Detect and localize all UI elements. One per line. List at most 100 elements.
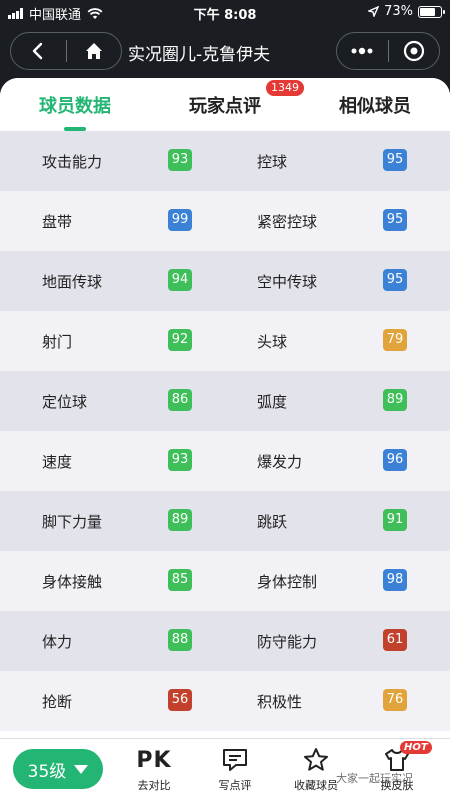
stat-label: 紧密控球 [257, 213, 318, 231]
back-button[interactable] [11, 33, 66, 69]
nav-bar: 实况圈儿-克鲁伊夫 [0, 28, 450, 72]
stat-row: 攻击能力 93 控球 95 [0, 131, 450, 191]
nav-capsule-right [336, 32, 440, 70]
stat-value-badge: 56 [168, 689, 192, 711]
review-label: 写点评 [218, 779, 252, 792]
stat-row: 定位球 86 弧度 89 [0, 371, 450, 431]
page-title: 实况圈儿-克鲁伊夫 [128, 45, 271, 65]
stat-cell: 盘带 99 [0, 191, 225, 251]
pk-icon: PK [136, 747, 172, 773]
content-card: 球员数据 玩家点评 1349 相似球员 攻击能力 93 控球 95 盘带 99 紧密控… [0, 78, 450, 738]
target-icon [403, 40, 424, 62]
stat-cell: 积极性 76 [225, 671, 450, 731]
stat-cell: 速度 93 [0, 431, 225, 491]
stat-label: 爆发力 [257, 453, 303, 471]
stat-label: 抢断 [42, 693, 73, 711]
stat-cell: 弧度 89 [225, 371, 450, 431]
stat-label: 速度 [42, 453, 73, 471]
compare-label: 去对比 [137, 779, 171, 792]
caret-down-icon [74, 764, 89, 774]
stat-label: 跳跃 [257, 513, 288, 531]
status-bar: 中国联通 下午 8:08 73% [0, 0, 450, 24]
level-label: 35级 [27, 761, 67, 782]
tab-player-reviews[interactable]: 玩家点评 1349 [150, 78, 304, 131]
stat-cell: 抢断 56 [0, 671, 225, 731]
stat-cell: 定位球 86 [0, 371, 225, 431]
compare-button[interactable]: PK 去对比 [123, 745, 185, 793]
hot-badge: HOT [400, 741, 432, 754]
stat-cell: 防守能力 61 [225, 611, 450, 671]
status-right: 73% [368, 4, 445, 19]
home-button[interactable] [67, 33, 122, 69]
stat-cell: 爆发力 96 [225, 431, 450, 491]
stat-label: 身体接触 [42, 573, 103, 591]
more-dots-icon [351, 47, 373, 55]
comment-icon [223, 749, 247, 771]
stat-value-badge: 86 [168, 389, 192, 411]
stat-cell: 身体接触 85 [0, 551, 225, 611]
stat-value-badge: 79 [383, 329, 407, 351]
stat-label: 射门 [42, 333, 73, 351]
star-icon [304, 748, 328, 771]
bottom-toolbar: 35级 PK 去对比 写点评 收藏球员 换皮肤 HOT 大家一起玩实况 [0, 738, 450, 800]
stat-row: 速度 93 爆发力 96 [0, 431, 450, 491]
stat-value-badge: 89 [168, 509, 192, 531]
stat-cell: 脚下力量 89 [0, 491, 225, 551]
stat-label: 盘带 [42, 213, 73, 231]
stat-label: 体力 [42, 633, 73, 651]
stat-row: 脚下力量 89 跳跃 91 [0, 491, 450, 551]
stat-cell: 空中传球 95 [225, 251, 450, 311]
stat-value-badge: 76 [383, 689, 407, 711]
stat-label: 攻击能力 [42, 153, 103, 171]
stat-label: 弧度 [257, 393, 288, 411]
reviews-count-badge: 1349 [266, 80, 304, 96]
battery-icon [418, 5, 445, 18]
close-miniprogram-button[interactable] [389, 33, 440, 69]
stat-cell: 体力 88 [0, 611, 225, 671]
nav-capsule-left [10, 32, 122, 70]
write-review-button[interactable]: 写点评 [204, 745, 266, 793]
stat-cell: 身体控制 98 [225, 551, 450, 611]
stat-label: 脚下力量 [42, 513, 103, 531]
stats-table: 攻击能力 93 控球 95 盘带 99 紧密控球 95 地面传球 94 空中传球 95 射门… [0, 131, 450, 731]
stat-value-badge: 98 [383, 569, 407, 591]
stat-label: 头球 [257, 333, 288, 351]
stat-cell: 跳跃 91 [225, 491, 450, 551]
location-icon [368, 6, 380, 17]
stat-value-badge: 93 [168, 449, 192, 471]
stat-value-badge: 92 [168, 329, 192, 351]
stat-cell: 控球 95 [225, 131, 450, 191]
stat-label: 积极性 [257, 693, 303, 711]
stat-row: 地面传球 94 空中传球 95 [0, 251, 450, 311]
more-button[interactable] [337, 33, 388, 69]
stat-value-badge: 94 [168, 269, 192, 291]
tab-bar: 球员数据 玩家点评 1349 相似球员 [0, 78, 450, 131]
stat-value-badge: 95 [383, 209, 407, 231]
tab-player-data[interactable]: 球员数据 [0, 78, 150, 131]
stat-row: 身体接触 85 身体控制 98 [0, 551, 450, 611]
stat-value-badge: 91 [383, 509, 407, 531]
home-icon [85, 43, 102, 59]
level-select-button[interactable]: 35级 [13, 749, 103, 789]
stat-value-badge: 85 [168, 569, 192, 591]
stat-value-badge: 99 [168, 209, 192, 231]
watermark: 大家一起玩实况 [336, 772, 413, 785]
stat-row: 射门 92 头球 79 [0, 311, 450, 371]
stat-label: 防守能力 [257, 633, 318, 651]
stat-label: 空中传球 [257, 273, 318, 291]
stat-value-badge: 96 [383, 449, 407, 471]
stat-label: 身体控制 [257, 573, 318, 591]
tab-label: 相似球员 [339, 96, 411, 117]
battery-percent: 73% [384, 4, 413, 19]
chevron-left-icon [33, 42, 43, 60]
stat-value-badge: 89 [383, 389, 407, 411]
stat-value-badge: 95 [383, 149, 407, 171]
stat-cell: 射门 92 [0, 311, 225, 371]
stat-row: 抢断 56 积极性 76 [0, 671, 450, 731]
tab-similar-players[interactable]: 相似球员 [300, 78, 450, 131]
stat-label: 定位球 [42, 393, 88, 411]
stat-row: 体力 88 防守能力 61 [0, 611, 450, 671]
stat-cell: 紧密控球 95 [225, 191, 450, 251]
stat-value-badge: 61 [383, 629, 407, 651]
stat-value-badge: 88 [168, 629, 192, 651]
